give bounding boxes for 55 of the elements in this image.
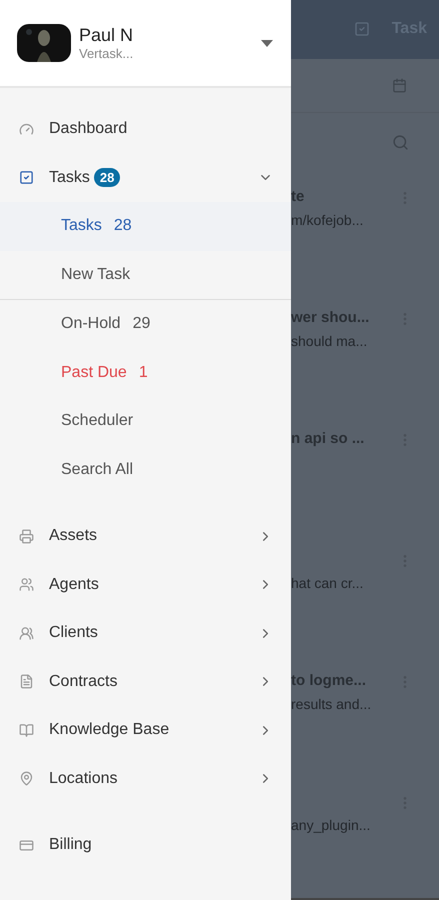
calendar-icon[interactable] <box>392 78 407 93</box>
printer-icon <box>19 528 34 544</box>
menu-label: Knowledge Base <box>49 720 170 740</box>
submenu-item[interactable]: On-Hold 29 <box>0 300 291 348</box>
count: 29 <box>132 314 150 334</box>
checkbox-icon[interactable] <box>354 21 370 38</box>
menu-label: Contracts <box>49 672 118 692</box>
menu-label: Agents <box>49 574 99 595</box>
group-icon <box>19 626 34 641</box>
count: 28 <box>114 216 132 236</box>
menu-item[interactable]: Clients <box>0 609 291 658</box>
user-name: Paul N <box>79 24 134 46</box>
submenu-label: Scheduler <box>61 411 134 432</box>
menu-item[interactable]: Dashboard <box>0 105 291 154</box>
menu-label: Billing <box>49 835 92 856</box>
submenu-label: New Task <box>61 264 130 285</box>
submenu-label: Tasks <box>61 216 102 236</box>
gauge-icon <box>19 122 34 137</box>
menu-label: Locations <box>49 768 118 789</box>
menu-item[interactable]: Tasks 28 <box>0 154 291 202</box>
task-description: m/kofejob... <box>291 211 364 230</box>
menu-label: Dashboard <box>49 119 128 140</box>
search-icon[interactable] <box>392 134 409 152</box>
submenu-item[interactable]: Scheduler <box>0 397 291 446</box>
menu-item[interactable]: Agents <box>0 560 291 609</box>
menu-label: Clients <box>49 623 98 644</box>
map-pin-icon <box>19 771 34 786</box>
card-icon <box>19 838 34 853</box>
checkbox-icon <box>19 170 34 186</box>
submenu-item[interactable]: Tasks 28 <box>0 202 291 250</box>
document-icon <box>19 674 34 690</box>
menu-item[interactable]: Assets <box>0 512 291 560</box>
submenu-item[interactable]: Past Due 1 <box>0 348 291 397</box>
submenu-item[interactable]: New Task <box>0 250 291 299</box>
task-description: hat can cr... <box>291 574 364 593</box>
user-org: Vertask... <box>79 46 134 62</box>
task-description: results and... <box>291 695 372 714</box>
submenu-label: Search All <box>61 460 134 480</box>
dropdown-caret-icon[interactable] <box>261 40 273 46</box>
user-header[interactable]: Paul N Vertask... <box>0 0 291 88</box>
menu-item[interactable]: Contracts <box>0 658 291 706</box>
submenu-item[interactable]: Search All <box>0 446 291 494</box>
menu-item[interactable]: Billing <box>0 821 291 870</box>
book-icon <box>19 722 34 738</box>
menu-label: Assets <box>49 526 98 546</box>
menu-label: Tasks <box>49 168 90 188</box>
people-icon <box>19 577 34 592</box>
task-description: should ma... <box>291 332 368 351</box>
menu-item[interactable]: Knowledge Base <box>0 706 291 754</box>
task-description: any_plugin... <box>291 816 372 835</box>
count: 1 <box>138 362 148 383</box>
menu-item[interactable]: Locations <box>0 754 291 803</box>
count-badge: 28 <box>94 168 120 188</box>
submenu-label: Past Due <box>61 362 127 383</box>
submenu-label: On-Hold <box>61 314 121 334</box>
